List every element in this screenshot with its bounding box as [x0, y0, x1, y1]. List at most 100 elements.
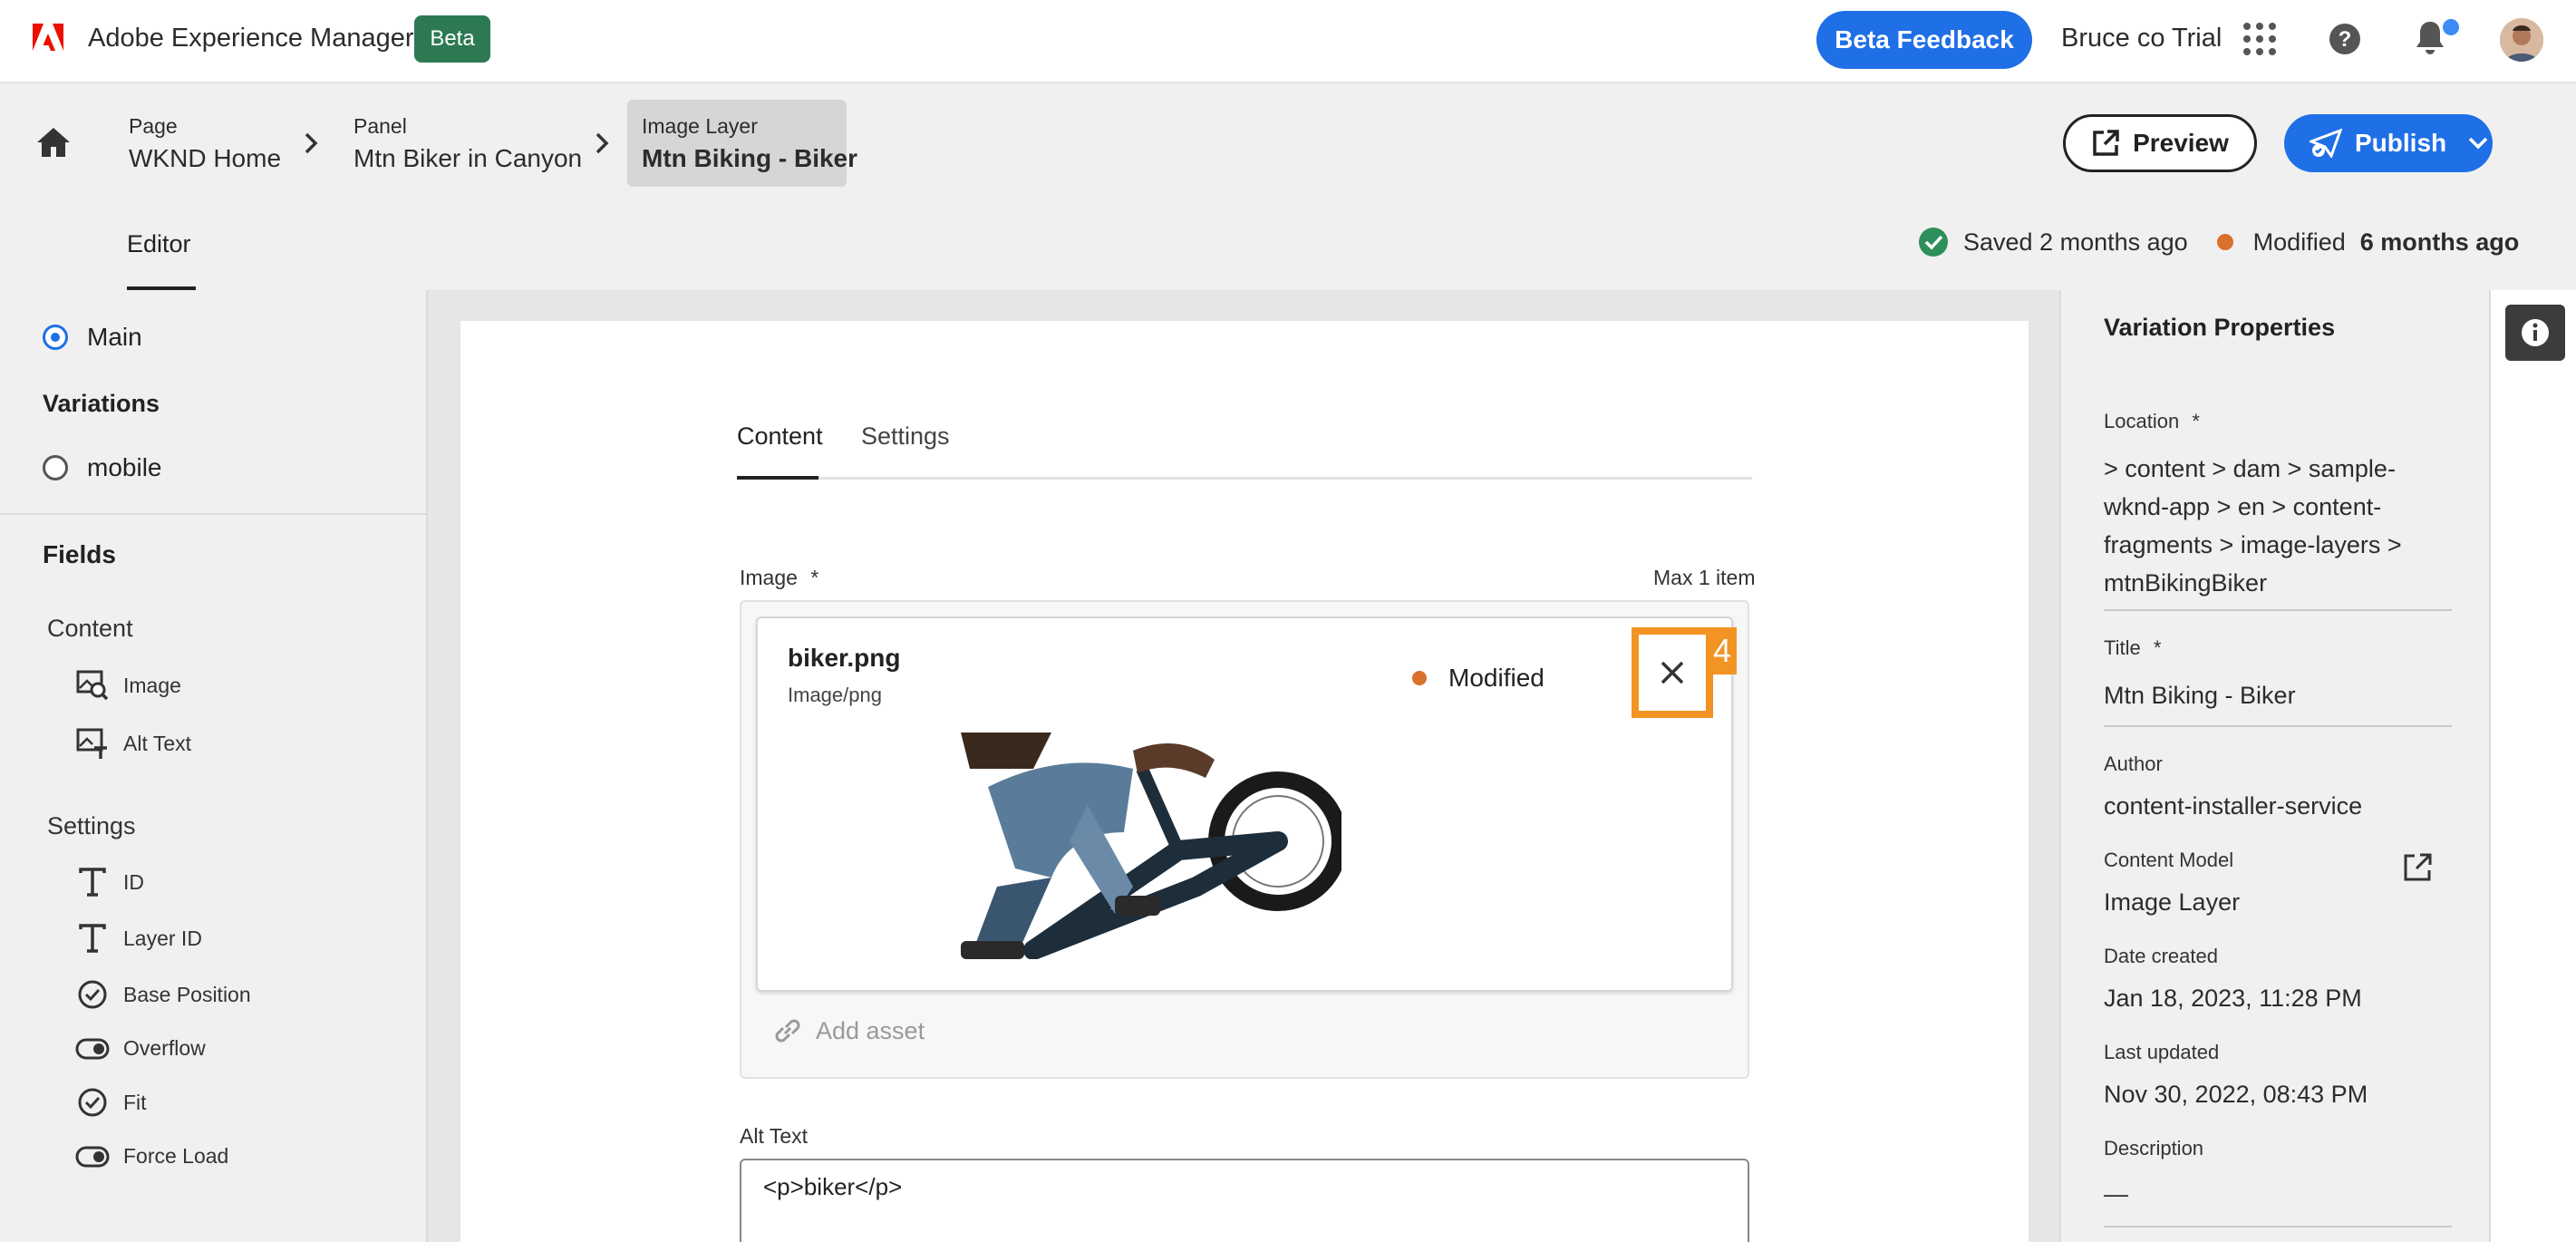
field-label: Fit: [123, 1090, 147, 1114]
asset-status-label: Modified: [1448, 664, 1545, 692]
field-layer-id[interactable]: Layer ID: [74, 924, 251, 953]
help-icon[interactable]: ?: [2328, 22, 2362, 56]
chevron-down-icon[interactable]: [2468, 137, 2488, 150]
content-model-label: Content Model: [2104, 849, 2234, 871]
org-switcher[interactable]: Bruce co Trial: [2061, 24, 2222, 53]
content-group-label: Content: [47, 615, 133, 642]
user-avatar[interactable]: [2500, 18, 2543, 62]
settings-group-label: Settings: [47, 812, 136, 839]
divider: [0, 513, 426, 515]
link-icon: [772, 1015, 803, 1046]
author-value: content-installer-service: [2104, 792, 2363, 820]
adobe-logo-icon[interactable]: [33, 24, 63, 53]
date-created-label: Date created: [2104, 945, 2218, 967]
field-base-position[interactable]: Base Position: [74, 980, 251, 1009]
chevron-right-icon: [302, 131, 320, 156]
toggle-icon: [74, 1038, 111, 1060]
check-circle-icon: [74, 1088, 111, 1117]
alt-text-label: Alt Text: [740, 1124, 808, 1148]
variation-main-radio[interactable]: [43, 325, 68, 350]
toggle-icon: [74, 1146, 111, 1168]
text-icon: [74, 924, 111, 953]
location-label: Location *: [2104, 410, 2200, 433]
field-alt-text[interactable]: Alt Text: [74, 728, 191, 759]
info-icon: [2520, 317, 2551, 348]
field-underline: [2104, 725, 2452, 727]
alt-text-field[interactable]: <p>biker</p>: [740, 1159, 1749, 1242]
description-field[interactable]: —: [2104, 1175, 2128, 1213]
beta-badge: Beta: [414, 15, 490, 63]
tab-content[interactable]: Content: [737, 422, 823, 451]
last-updated-label: Last updated: [2104, 1041, 2220, 1063]
breadcrumb-name: Mtn Biker in Canyon: [353, 144, 583, 172]
notification-dot: [2440, 16, 2462, 38]
asset-name: biker.png: [788, 644, 901, 672]
asset-thumbnail: [906, 733, 1341, 959]
title-field[interactable]: Mtn Biking - Biker: [2104, 676, 2296, 714]
panel-title: Variation Properties: [2104, 314, 2336, 341]
last-updated-value: Nov 30, 2022, 08:43 PM: [2104, 1081, 2368, 1108]
tab-content-indicator: [737, 476, 818, 480]
preview-label: Preview: [2133, 129, 2229, 157]
field-label: Image: [123, 673, 181, 697]
app-title[interactable]: Adobe Experience Manager: [88, 24, 414, 53]
breadcrumb-current[interactable]: Image Layer Mtn Biking - Biker: [627, 100, 857, 187]
field-force-load[interactable]: Force Load: [74, 1144, 251, 1169]
publish-label: Publish: [2355, 129, 2447, 157]
publish-button[interactable]: Publish: [2284, 114, 2493, 172]
fields-settings-group: Settings ID Layer ID Base Position Overf…: [47, 812, 251, 1169]
location-value[interactable]: > content > dam > sample-wknd-app > en >…: [2104, 450, 2452, 602]
field-underline: [2104, 609, 2452, 611]
breadcrumb-type: Panel: [353, 114, 407, 138]
step-number-badge: 4: [1708, 627, 1737, 674]
field-fit[interactable]: Fit: [74, 1088, 251, 1117]
home-icon[interactable]: [36, 127, 71, 158]
variation-main-label[interactable]: Main: [87, 323, 142, 352]
chevron-right-icon: [593, 131, 611, 156]
field-label: Base Position: [123, 982, 251, 1006]
breadcrumb-type: Page: [129, 114, 178, 138]
image-field-label: Image *: [740, 566, 818, 590]
variations-heading: Variations: [43, 390, 160, 417]
field-label: Layer ID: [123, 926, 202, 950]
asset-status: Modified: [1412, 664, 1545, 693]
required-marker: *: [2192, 410, 2200, 432]
title-label-text: Title: [2104, 636, 2141, 659]
variation-mobile-label[interactable]: mobile: [87, 453, 161, 482]
external-link-icon: [2091, 129, 2120, 158]
date-created-value: Jan 18, 2023, 11:28 PM: [2104, 985, 2362, 1012]
field-id[interactable]: ID: [74, 868, 251, 897]
info-panel-button[interactable]: [2505, 305, 2565, 361]
modified-label: Modified: [2252, 228, 2346, 256]
asset-type: Image/png: [788, 684, 882, 706]
title-label: Title *: [2104, 636, 2161, 660]
app-grid-icon[interactable]: [2242, 22, 2277, 56]
author-label: Author: [2104, 752, 2163, 775]
tab-editor[interactable]: Editor: [127, 230, 191, 258]
description-label: Description: [2104, 1137, 2204, 1160]
field-label: Overflow: [123, 1036, 206, 1060]
required-marker: *: [810, 566, 819, 589]
field-label: Force Load: [123, 1144, 229, 1168]
saved-check-icon: [1918, 227, 1949, 257]
field-image[interactable]: Image: [74, 670, 191, 701]
text-icon: [74, 868, 111, 897]
breadcrumb-page[interactable]: Page WKND Home: [129, 114, 281, 173]
add-asset-button[interactable]: Add asset: [772, 1015, 925, 1046]
beta-feedback-button[interactable]: Beta Feedback: [1816, 11, 2032, 69]
required-marker: *: [2153, 636, 2162, 659]
image-text-icon: [74, 728, 111, 759]
variation-mobile-radio[interactable]: [43, 455, 68, 480]
remove-asset-button[interactable]: [1632, 627, 1713, 718]
field-overflow[interactable]: Overflow: [74, 1036, 251, 1061]
breadcrumb-panel[interactable]: Panel Mtn Biker in Canyon: [353, 114, 582, 173]
preview-button[interactable]: Preview: [2063, 114, 2257, 172]
external-link-icon[interactable]: [2402, 852, 2433, 883]
breadcrumb-type: Image Layer: [642, 114, 758, 138]
breadcrumb-name: WKND Home: [129, 144, 282, 172]
tab-settings[interactable]: Settings: [861, 422, 950, 451]
image-label-text: Image: [740, 566, 798, 589]
publish-icon: [2310, 129, 2342, 158]
modified-status-dot: [1412, 671, 1427, 685]
content-model-value: Image Layer: [2104, 888, 2241, 916]
